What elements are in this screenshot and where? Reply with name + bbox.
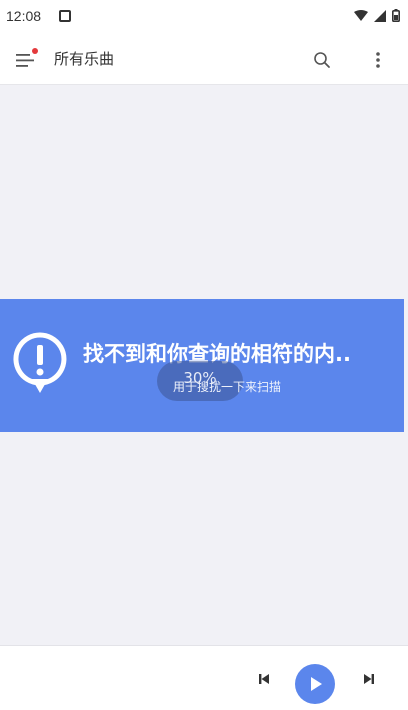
empty-result-banner: 找不到和你查询的相符的内.. 30% 用于搜扰一下来扫描 bbox=[0, 299, 404, 432]
signal-icon bbox=[374, 9, 386, 22]
previous-button[interactable] bbox=[250, 668, 278, 690]
search-button[interactable] bbox=[308, 46, 336, 74]
page-title: 所有乐曲 bbox=[54, 50, 115, 68]
search-icon bbox=[314, 52, 330, 68]
wifi-icon bbox=[354, 9, 368, 21]
menu-button[interactable] bbox=[12, 46, 40, 74]
battery-icon bbox=[392, 9, 400, 22]
app-bar: 所有乐曲 bbox=[0, 36, 408, 85]
more-options-button[interactable] bbox=[364, 46, 392, 74]
more-vert-icon bbox=[376, 52, 380, 68]
play-button[interactable] bbox=[295, 664, 335, 704]
alert-icon bbox=[13, 332, 67, 393]
next-icon bbox=[364, 674, 374, 684]
status-time: 12:08 bbox=[6, 8, 42, 24]
status-bar: 12:08 bbox=[0, 0, 408, 36]
player-bar bbox=[0, 645, 408, 710]
notification-badge bbox=[32, 48, 38, 54]
status-icons bbox=[354, 9, 400, 22]
notification-icon bbox=[59, 10, 71, 22]
next-button[interactable] bbox=[355, 668, 383, 690]
previous-icon bbox=[259, 674, 269, 684]
play-icon bbox=[311, 677, 322, 691]
banner-hint: 用于搜扰一下来扫描 bbox=[173, 380, 282, 394]
